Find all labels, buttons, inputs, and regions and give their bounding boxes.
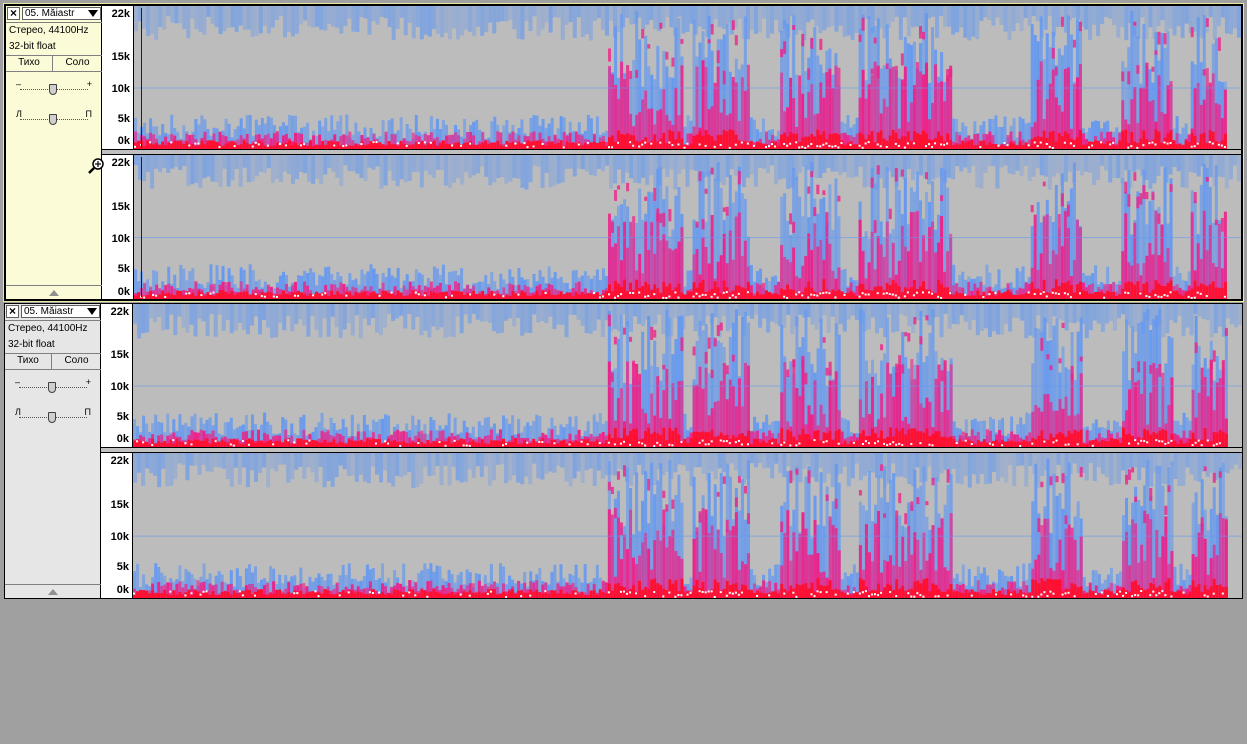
ruler-tick-label: 0k [117,135,130,148]
gain-max-label: + [86,79,92,89]
spectrogram-image [134,155,1241,299]
ruler-tick-label: 0k [116,433,129,446]
zoom-cursor-icon [88,158,104,174]
spectrogram-image [134,6,1241,149]
close-icon: × [9,6,17,20]
pan-slider[interactable]: Л П [16,109,92,127]
solo-button[interactable]: Соло [54,56,101,71]
gain-slider-thumb[interactable] [49,84,57,95]
ruler-tick-label: 15k [110,498,129,511]
gain-slider[interactable]: – + [15,377,91,395]
spectrogram-channel-right[interactable] [134,155,1241,299]
mute-solo-row: Тихо Соло [6,55,102,72]
ruler-tick-label: 10k [111,82,130,95]
ruler-tick-label: 22k [110,306,129,318]
pan-slider[interactable]: Л П [15,407,91,425]
pan-slider-thumb[interactable] [48,412,56,423]
collapse-up-icon [48,589,58,595]
track-name-menu-button[interactable]: 05. Măiastr [22,7,101,20]
ruler-tick-label: 10k [111,232,130,245]
ruler-tick-label: 15k [110,349,129,362]
ruler-tick-label: 5k [117,263,130,276]
gain-slider[interactable]: – + [16,79,92,97]
collapse-up-icon [49,290,59,296]
ruler-tick-label: 5k [117,112,130,125]
ruler-tick-label: 10k [110,380,129,393]
solo-button[interactable]: Соло [53,354,100,369]
ruler-tick-label: 22k [111,157,130,169]
ruler-tick-label: 0k [116,584,129,596]
ruler-tick-label: 0k [117,286,130,298]
spectrogram-channel-left[interactable] [133,304,1242,447]
track-format: Стерео, 44100Hz [8,323,88,334]
gain-max-label: + [85,377,91,387]
ruler-tick-label: 10k [110,530,129,543]
edit-cursor-line [141,8,142,148]
mute-button[interactable]: Тихо [5,354,52,369]
chevron-down-icon [87,308,97,315]
edit-cursor-line [141,157,142,297]
spectrogram-channel-left[interactable] [134,6,1241,149]
pan-left-label: Л [15,407,21,417]
spectrogram-image [133,453,1242,598]
gain-min-label: – [15,377,21,387]
ruler-tick-label: 5k [116,410,129,423]
track-titlebar: × 05. Măiastr [6,6,102,23]
mute-solo-row: Тихо Соло [5,353,101,370]
pan-right-label: П [84,407,91,417]
track-bitdepth: 32-bit float [9,41,56,52]
track-format: Стерео, 44100Hz [9,25,89,36]
spectrogram-image [133,304,1242,447]
pan-left-label: Л [16,109,22,119]
ruler-tick-label: 22k [111,8,130,20]
ruler-tick-label: 15k [111,51,130,64]
track-2[interactable]: × 05. Măiastr Стерео, 44100Hz 32-bit flo… [4,303,1243,599]
mute-button[interactable]: Тихо [6,56,53,71]
track-name-menu-button[interactable]: 05. Măiastr [21,305,100,318]
close-icon: × [8,304,16,318]
collapse-track-button[interactable] [5,584,101,598]
track-bitdepth: 32-bit float [8,339,55,350]
gain-slider-thumb[interactable] [48,382,56,393]
spectrogram-channel-right[interactable] [133,453,1242,598]
track-name: 05. Măiastr [24,306,74,317]
track-control-panel[interactable]: × 05. Măiastr Стерео, 44100Hz 32-bit flo… [6,6,102,299]
close-track-button[interactable]: × [6,305,19,318]
track-name: 05. Măiastr [25,8,75,19]
collapse-track-button[interactable] [6,285,102,299]
close-track-button[interactable]: × [7,7,20,20]
pan-right-label: П [85,109,92,119]
chevron-down-icon [88,10,98,17]
track-titlebar: × 05. Măiastr [5,304,101,321]
track-1[interactable]: × 05. Măiastr Стерео, 44100Hz 32-bit flo… [3,3,1244,302]
ruler-tick-label: 15k [111,200,130,213]
pan-slider-thumb[interactable] [49,114,57,125]
ruler-tick-label: 22k [110,455,129,467]
track-control-panel[interactable]: × 05. Măiastr Стерео, 44100Hz 32-bit flo… [5,304,101,598]
ruler-tick-label: 5k [116,561,129,574]
gain-min-label: – [16,79,22,89]
